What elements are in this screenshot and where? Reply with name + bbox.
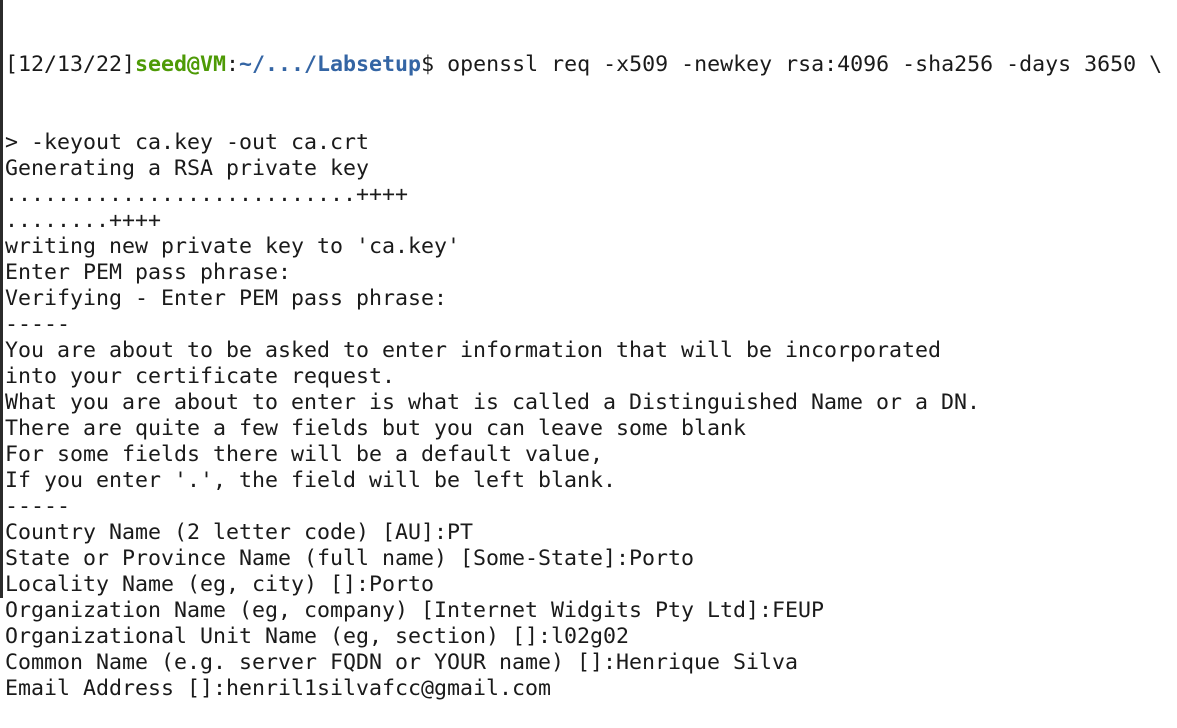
prompt-path: ~/.../Labsetup (239, 52, 422, 77)
output-line: State or Province Name (full name) [Some… (5, 546, 695, 571)
output-line: Generating a RSA private key (5, 156, 370, 181)
output-line: For some fields there will be a default … (5, 442, 604, 467)
prompt-separator: : (226, 52, 240, 77)
output-line: ........++++ (5, 208, 162, 233)
output-line: What you are about to enter is what is c… (5, 390, 981, 415)
output-line: > -keyout ca.key -out ca.crt (5, 130, 370, 155)
output-line: ----- (5, 312, 71, 337)
output-line: Organization Name (eg, company) [Interne… (5, 598, 825, 623)
output-line: If you enter '.', the field will be left… (5, 468, 617, 493)
output-line: Country Name (2 letter code) [AU]:PT (5, 520, 474, 545)
command-text: openssl req -x509 -newkey rsa:4096 -sha2… (447, 52, 1163, 77)
output-line: writing new private key to 'ca.key' (5, 234, 461, 259)
output-line: ...........................++++ (5, 182, 409, 207)
output-line: Enter PEM pass phrase: (5, 260, 292, 285)
output-line: into your certificate request. (5, 364, 396, 389)
output-line: Locality Name (eg, city) []:Porto (5, 572, 435, 597)
output-line: Organizational Unit Name (eg, section) [… (5, 624, 630, 649)
output-line: Common Name (e.g. server FQDN or YOUR na… (5, 650, 799, 675)
prompt-line: [12/13/22]seed@VM:~/.../Labsetup$ openss… (5, 52, 1162, 78)
output-line: Email Address []:henril1silvafcc@gmail.c… (5, 676, 552, 701)
output-line: There are quite a few fields but you can… (5, 416, 747, 441)
window-edge (0, 0, 3, 598)
prompt-user-host: seed@VM (135, 52, 227, 77)
output-line: Verifying - Enter PEM pass phrase: (5, 286, 448, 311)
prompt-date: [12/13/22] (5, 52, 136, 77)
output-line: ----- (5, 494, 71, 519)
output-line: You are about to be asked to enter infor… (5, 338, 942, 363)
terminal-output[interactable]: [12/13/22]seed@VM:~/.../Labsetup$ openss… (5, 0, 1162, 728)
prompt-symbol: $ (421, 52, 448, 77)
